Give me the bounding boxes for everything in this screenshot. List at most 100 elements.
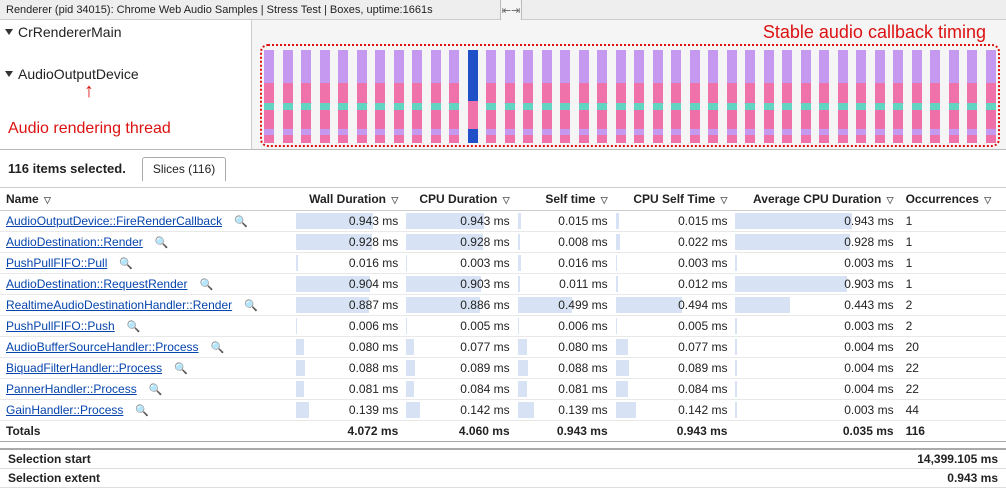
timeline-bar (449, 50, 459, 143)
slice-link[interactable]: AudioDestination::Render (6, 235, 143, 249)
cell-num: 0.084 ms (614, 379, 734, 400)
slice-link[interactable]: PushPullFIFO::Pull (6, 256, 107, 270)
split-icon[interactable]: ⇤⇥ (500, 0, 522, 21)
selection-extent-label: Selection extent (8, 471, 100, 485)
col-cpuself[interactable]: CPU Self Time ▽ (614, 188, 734, 211)
timeline-bar (764, 50, 774, 143)
timeline-canvas[interactable]: Stable audio callback timing (252, 20, 1006, 149)
magnify-icon[interactable]: 🔍 (199, 279, 213, 291)
footer-row-start: Selection start 14,399.105 ms (0, 450, 1006, 469)
timeline-bar (412, 50, 422, 143)
cell-num: 0.443 ms (733, 295, 899, 316)
timeline-bar (616, 50, 626, 143)
cell-num: 0.081 ms (294, 379, 404, 400)
slice-link[interactable]: AudioDestination::RequestRender (6, 277, 187, 291)
timeline-bar (597, 50, 607, 143)
track-sidebar: CrRendererMain AudioOutputDevice ↑ Audio… (0, 20, 252, 149)
magnify-icon[interactable]: 🔍 (244, 300, 258, 312)
timeline-bar (468, 50, 478, 143)
cell-num: 0.887 ms (294, 295, 404, 316)
cell-num: 0.084 ms (404, 379, 515, 400)
timeline-bar (671, 50, 681, 143)
timeline-bar (856, 50, 866, 143)
table-row[interactable]: AudioDestination::Render 🔍 0.928 ms 0.928 m… (0, 232, 1006, 253)
magnify-icon[interactable]: 🔍 (119, 258, 133, 270)
cell-num: 0.003 ms (733, 400, 899, 421)
slice-link[interactable]: GainHandler::Process (6, 403, 123, 417)
timeline-bar (542, 50, 552, 143)
magnify-icon[interactable]: 🔍 (174, 363, 188, 375)
timeline-bar (431, 50, 441, 143)
cell-num: 0.886 ms (404, 295, 515, 316)
cell-num: 0.004 ms (733, 337, 899, 358)
magnify-icon[interactable]: 🔍 (149, 384, 163, 396)
col-avg[interactable]: Average CPU Duration ▽ (733, 188, 899, 211)
window-title: Renderer (pid 34015): Chrome Web Audio S… (6, 4, 433, 16)
magnify-icon[interactable]: 🔍 (155, 237, 169, 249)
timeline-bar (560, 50, 570, 143)
timeline-bar (893, 50, 903, 143)
magnify-icon[interactable]: 🔍 (234, 216, 248, 228)
table-row[interactable]: PannerHandler::Process🔍0.081 ms0.084 ms0… (0, 379, 1006, 400)
cell-num: 0.499 ms (516, 295, 614, 316)
magnify-icon[interactable]: 🔍 (127, 321, 141, 333)
selection-start-label: Selection start (8, 452, 91, 466)
magnify-icon[interactable]: 🔍 (211, 342, 225, 354)
tab-slices[interactable]: Slices (116) (142, 157, 226, 182)
cell-num: 0.928 ms (404, 232, 515, 253)
table-row[interactable]: AudioBufferSourceHandler::Process 🔍 0.080 … (0, 337, 1006, 358)
timeline-bar (320, 50, 330, 143)
col-wall[interactable]: Wall Duration ▽ (294, 188, 404, 211)
cell-name: PushPullFIFO::Pull 🔍 (0, 253, 294, 274)
cell-num: 0.015 ms (614, 211, 734, 232)
cell-occ: 1 (900, 232, 1006, 253)
table-row[interactable]: AudioOutputDevice::FireRenderCallback 🔍 0.… (0, 211, 1006, 232)
table-row[interactable]: RealtimeAudioDestinationHandler::Render 🔍… (0, 295, 1006, 316)
cell-num: 0.012 ms (614, 274, 734, 295)
table-row[interactable]: AudioDestination::RequestRender🔍0.904 ms… (0, 274, 1006, 295)
col-cpu[interactable]: CPU Duration ▽ (404, 188, 515, 211)
col-self[interactable]: Self time ▽ (516, 188, 614, 211)
slice-link[interactable]: AudioOutputDevice::FireRenderCallback (6, 214, 222, 228)
cell-num: 0.903 ms (733, 274, 899, 295)
slice-link[interactable]: PannerHandler::Process (6, 382, 137, 396)
timeline-bar (338, 50, 348, 143)
track-audiooutputdevice[interactable]: AudioOutputDevice (0, 62, 251, 86)
timeline-bar (838, 50, 848, 143)
table-row[interactable]: PushPullFIFO::Pull🔍0.016 ms0.003 ms0.016… (0, 253, 1006, 274)
cell-occ: 2 (900, 316, 1006, 337)
cell-num: 0.943 ms (404, 211, 515, 232)
footer-row-extent: Selection extent 0.943 ms (0, 469, 1006, 488)
cell-num: 0.003 ms (614, 253, 734, 274)
cell-num: 0.142 ms (614, 400, 734, 421)
col-occ[interactable]: Occurrences ▽ (900, 188, 1006, 211)
timeline-bar (264, 50, 274, 143)
slice-link[interactable]: PushPullFIFO::Push (6, 319, 115, 333)
cell-num: 0.008 ms (516, 232, 614, 253)
cell-name: AudioOutputDevice::FireRenderCallback 🔍 (0, 211, 294, 232)
slice-link[interactable]: RealtimeAudioDestinationHandler::Render (6, 298, 232, 312)
cell-num: 0.077 ms (614, 337, 734, 358)
timeline-bar (579, 50, 589, 143)
cell-num: 0.081 ms (516, 379, 614, 400)
slice-link[interactable]: AudioBufferSourceHandler::Process (6, 340, 199, 354)
timeline-bar (523, 50, 533, 143)
cell-num: 0.004 ms (733, 358, 899, 379)
totals-row: Totals4.072 ms4.060 ms0.943 ms0.943 ms0.… (0, 421, 1006, 442)
slice-link[interactable]: BiquadFilterHandler::Process (6, 361, 162, 375)
timeline-bar (690, 50, 700, 143)
track-label: AudioOutputDevice (18, 66, 139, 82)
cell-num: 0.089 ms (614, 358, 734, 379)
table-row[interactable]: GainHandler::Process🔍0.139 ms0.142 ms0.1… (0, 400, 1006, 421)
col-name[interactable]: Name ▽ (0, 188, 294, 211)
cell-name: AudioDestination::RequestRender 🔍 (0, 274, 294, 295)
table-row[interactable]: BiquadFilterHandler::Process🔍0.088 ms0.0… (0, 358, 1006, 379)
cell-num: 0.928 ms (733, 232, 899, 253)
timeline-bar (708, 50, 718, 143)
arrow-up-icon: ↑ (84, 80, 94, 103)
cell-num: 0.080 ms (294, 337, 404, 358)
table-row[interactable]: PushPullFIFO::Push🔍0.006 ms0.005 ms0.006… (0, 316, 1006, 337)
cell-occ: 2 (900, 295, 1006, 316)
track-crrenderermain[interactable]: CrRendererMain (0, 20, 251, 44)
magnify-icon[interactable]: 🔍 (135, 405, 149, 417)
